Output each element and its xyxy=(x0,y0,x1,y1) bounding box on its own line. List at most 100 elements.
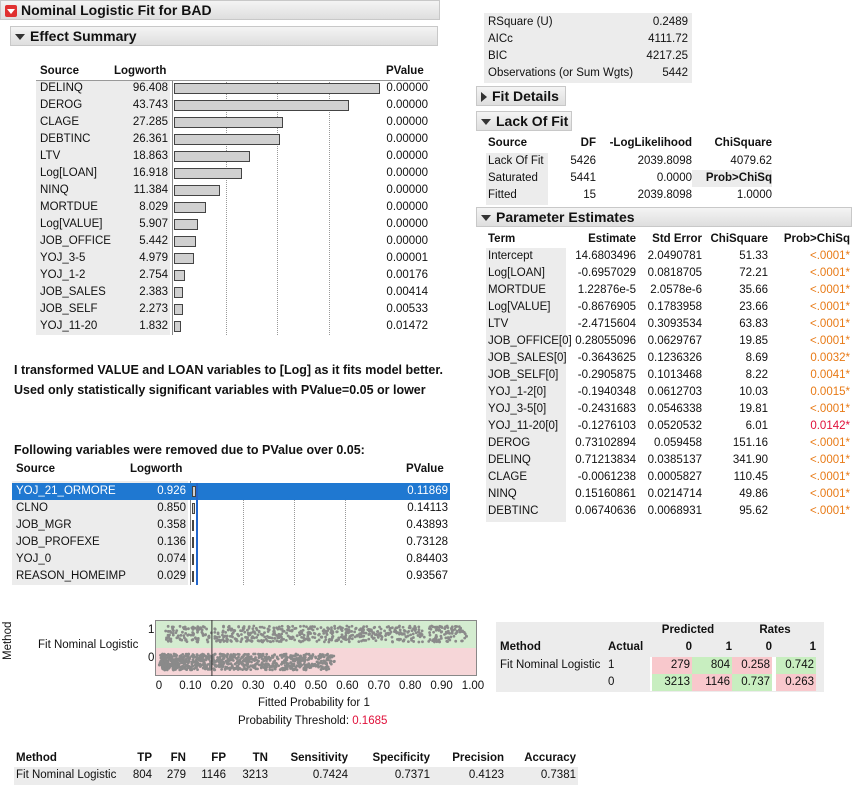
lack-of-fit-header[interactable]: Lack Of Fit xyxy=(476,111,572,131)
pe-cell: 0.71213834 xyxy=(575,454,636,466)
fit-details-title: Fit Details xyxy=(492,88,559,104)
effect-summary-header[interactable]: Effect Summary xyxy=(10,26,438,46)
data-point xyxy=(270,664,274,668)
x-tick-label: 0.20 xyxy=(210,680,233,692)
x-tick-label: 0 xyxy=(155,680,163,692)
data-point xyxy=(225,637,229,641)
logworth-cell[interactable]: 0.074 xyxy=(124,551,186,568)
data-point xyxy=(286,625,290,628)
disclosure-open-icon[interactable] xyxy=(481,119,491,126)
fit-details-header[interactable]: Fit Details xyxy=(476,86,566,106)
data-point xyxy=(190,660,194,664)
data-point xyxy=(347,629,351,632)
pe-cell: -0.6957029 xyxy=(577,267,636,279)
data-point xyxy=(205,627,208,631)
data-point xyxy=(340,633,344,637)
pe-cell: <.0001* xyxy=(810,267,850,279)
pe-cell: 72.21 xyxy=(739,267,768,279)
pvalue-cell[interactable]: 0.43893 xyxy=(396,517,448,534)
parameter-estimates-header[interactable]: Parameter Estimates xyxy=(476,207,852,227)
data-point xyxy=(268,640,272,643)
data-point xyxy=(414,628,417,631)
predicted-header: Predicted xyxy=(661,624,715,636)
data-point xyxy=(264,668,267,672)
data-point xyxy=(226,652,230,656)
data-point xyxy=(317,661,321,665)
pvalue-cell[interactable]: 0.84403 xyxy=(396,551,448,568)
report-title-bar[interactable]: Nominal Logistic Fit for BAD xyxy=(0,0,440,20)
data-point xyxy=(168,629,172,633)
pe-cell: 0.0005827 xyxy=(647,471,702,483)
pe-cell: 0.0546338 xyxy=(647,403,702,415)
data-point xyxy=(213,635,217,638)
pe-cell: 341.90 xyxy=(732,454,768,466)
data-point xyxy=(447,637,451,641)
data-point xyxy=(360,639,363,643)
source-cell[interactable]: CLNO xyxy=(16,500,48,517)
pe-cell: 0.0015* xyxy=(810,386,850,398)
pe-cell: 0.0142* xyxy=(810,420,850,432)
red-triangle-menu-icon[interactable] xyxy=(5,5,17,18)
data-point xyxy=(234,661,238,665)
data-point xyxy=(223,654,227,658)
data-point xyxy=(179,633,183,637)
data-point xyxy=(294,657,298,661)
data-point xyxy=(260,638,263,642)
confusion-cell: 1146 xyxy=(692,674,732,691)
disclosure-closed-icon[interactable] xyxy=(481,92,487,103)
data-point xyxy=(178,638,182,642)
source-cell[interactable]: YOJ_0 xyxy=(16,551,51,568)
disclosure-open-icon[interactable] xyxy=(15,34,25,41)
pvalue-cell[interactable]: 0.93567 xyxy=(396,568,448,585)
data-point xyxy=(413,624,417,628)
pe-cell: 19.85 xyxy=(739,335,768,347)
fitplot-xlabel: Fitted Probability for 1 xyxy=(258,697,370,709)
data-point xyxy=(410,637,413,640)
disclosure-open-icon[interactable] xyxy=(481,215,491,222)
data-point xyxy=(344,634,348,637)
data-point xyxy=(263,635,267,639)
data-point xyxy=(354,627,357,631)
pvalue-cell[interactable]: 0.11869 xyxy=(396,483,448,500)
lof-cell: 2039.8098 xyxy=(637,155,692,167)
data-point xyxy=(205,638,209,642)
data-point xyxy=(281,668,285,672)
data-point xyxy=(395,631,399,635)
pe-cell: 8.22 xyxy=(745,369,768,381)
data-point xyxy=(265,635,269,638)
data-point xyxy=(256,639,260,643)
method-header: Method xyxy=(500,641,541,653)
data-point xyxy=(327,640,331,644)
source-cell[interactable]: JOB_PROFEXE xyxy=(16,534,100,551)
metrics-cell: Fit Nominal Logistic xyxy=(16,769,117,781)
data-point xyxy=(264,657,268,661)
data-point xyxy=(175,629,179,632)
logworth-cell[interactable]: 0.926 xyxy=(124,483,186,500)
pvalue-cell[interactable]: 0.14113 xyxy=(396,500,448,517)
data-point xyxy=(431,639,435,643)
data-point xyxy=(169,639,173,643)
lof-cell: 4079.62 xyxy=(730,155,772,167)
logworth-cell[interactable]: 0.358 xyxy=(124,517,186,534)
data-point xyxy=(311,635,315,639)
logworth-cell[interactable]: 0.136 xyxy=(124,534,186,551)
x-tick-label: 0.40 xyxy=(273,680,296,692)
pvalue-cell[interactable]: 0.73128 xyxy=(396,534,448,551)
data-point xyxy=(240,633,243,636)
x-tick-label: 0.80 xyxy=(398,680,422,692)
data-point xyxy=(285,666,289,669)
source-cell[interactable]: JOB_MGR xyxy=(16,517,72,534)
lof-header: ChiSquare xyxy=(714,137,772,149)
source-cell[interactable]: REASON_HOMEIMP xyxy=(16,568,126,585)
logworth-cell[interactable]: 0.029 xyxy=(124,568,186,585)
metrics-cell: 804 xyxy=(132,769,152,781)
data-point xyxy=(267,655,271,659)
logworth-cell[interactable]: 0.850 xyxy=(124,500,186,517)
data-point xyxy=(336,626,340,630)
source-cell[interactable]: YOJ_21_ORMORE xyxy=(16,483,116,500)
data-point xyxy=(285,631,288,635)
data-point xyxy=(331,635,335,638)
confusion-cell: 279 xyxy=(652,657,692,674)
fit-stat-label: RSquare (U) xyxy=(488,16,553,28)
pe-header: Term xyxy=(488,233,516,245)
